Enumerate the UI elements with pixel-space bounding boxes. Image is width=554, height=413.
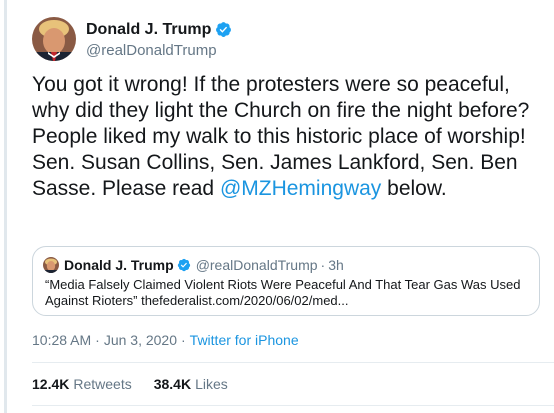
tweet-client-link[interactable]: Twitter for iPhone — [190, 332, 299, 348]
tweet-stats: 12.4K Retweets 38.4K Likes — [32, 376, 228, 392]
divider — [32, 362, 554, 363]
tweet-date[interactable]: Jun 3, 2020 — [104, 332, 177, 348]
avatar[interactable] — [32, 17, 76, 61]
author-name-row: Donald J. Trump — [86, 20, 232, 40]
quoted-tweet[interactable]: Donald J. Trump @realDonaldTrump · 3h “M… — [32, 246, 540, 316]
verified-badge-icon — [177, 258, 191, 272]
verified-badge-icon — [215, 21, 232, 38]
thread-rule — [4, 0, 7, 413]
quoted-avatar — [43, 257, 59, 273]
tweet-meta: 10:28 AM · Jun 3, 2020 · Twitter for iPh… — [32, 332, 299, 348]
retweets-label: Retweets — [73, 376, 132, 392]
tweet-text-tail: below. — [381, 177, 447, 200]
author-block: Donald J. Trump @realDonaldTrump — [86, 20, 232, 59]
tweet-header: Donald J. Trump @realDonaldTrump — [32, 14, 232, 64]
divider — [32, 405, 554, 406]
meta-separator: · — [181, 332, 186, 348]
likes-stat[interactable]: 38.4K Likes — [154, 376, 228, 392]
tweet-time[interactable]: 10:28 AM — [32, 332, 91, 348]
meta-separator: · — [95, 332, 100, 348]
retweets-stat[interactable]: 12.4K Retweets — [32, 376, 132, 392]
likes-count: 38.4K — [153, 376, 192, 392]
tweet-text: You got it wrong! If the protesters were… — [32, 72, 547, 202]
likes-label: Likes — [195, 376, 228, 392]
quoted-tweet-header: Donald J. Trump @realDonaldTrump · 3h — [43, 255, 344, 275]
author-handle[interactable]: @realDonaldTrump — [86, 42, 232, 59]
quoted-tweet-text: “Media Falsely Claimed Violent Riots Wer… — [45, 277, 521, 308]
quoted-handle: @realDonaldTrump — [195, 257, 318, 273]
tweet-card: Donald J. Trump @realDonaldTrump You got… — [0, 0, 554, 413]
author-display-name[interactable]: Donald J. Trump — [86, 21, 211, 39]
retweets-count: 12.4K — [32, 376, 70, 392]
quoted-timestamp[interactable]: 3h — [328, 257, 344, 273]
quoted-separator: · — [320, 257, 326, 273]
quoted-display-name: Donald J. Trump — [64, 257, 174, 273]
mention-link[interactable]: @MZHemingway — [220, 177, 381, 200]
